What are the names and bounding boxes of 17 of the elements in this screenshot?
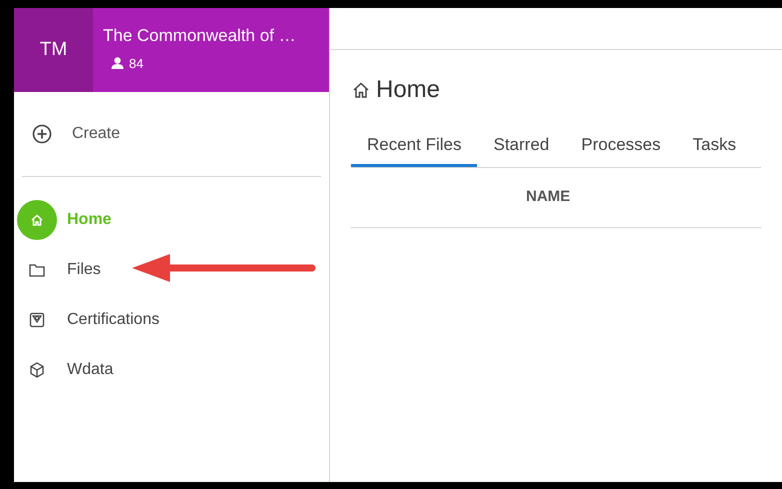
member-count: 84: [129, 54, 144, 72]
tab[interactable]: Starred: [477, 132, 566, 166]
person-icon: [111, 57, 124, 70]
tab[interactable]: Processes: [565, 132, 677, 166]
nav-item[interactable]: Files: [14, 250, 329, 290]
tab[interactable]: Recent Files: [351, 132, 478, 166]
create-button[interactable]: Create: [32, 122, 120, 146]
plus-circle-icon: [32, 124, 52, 144]
nav-item[interactable]: Certifications: [14, 300, 329, 340]
page-title: Home: [376, 75, 440, 105]
workspace-initials: TM: [14, 8, 93, 92]
tab[interactable]: Tasks: [676, 132, 752, 166]
home-icon: [17, 200, 57, 240]
nav-item[interactable]: Wdata: [14, 350, 329, 390]
workspace-name[interactable]: The Commonwealth of …: [103, 23, 296, 48]
column-header: NAME: [526, 186, 570, 207]
home-icon: [352, 81, 370, 99]
